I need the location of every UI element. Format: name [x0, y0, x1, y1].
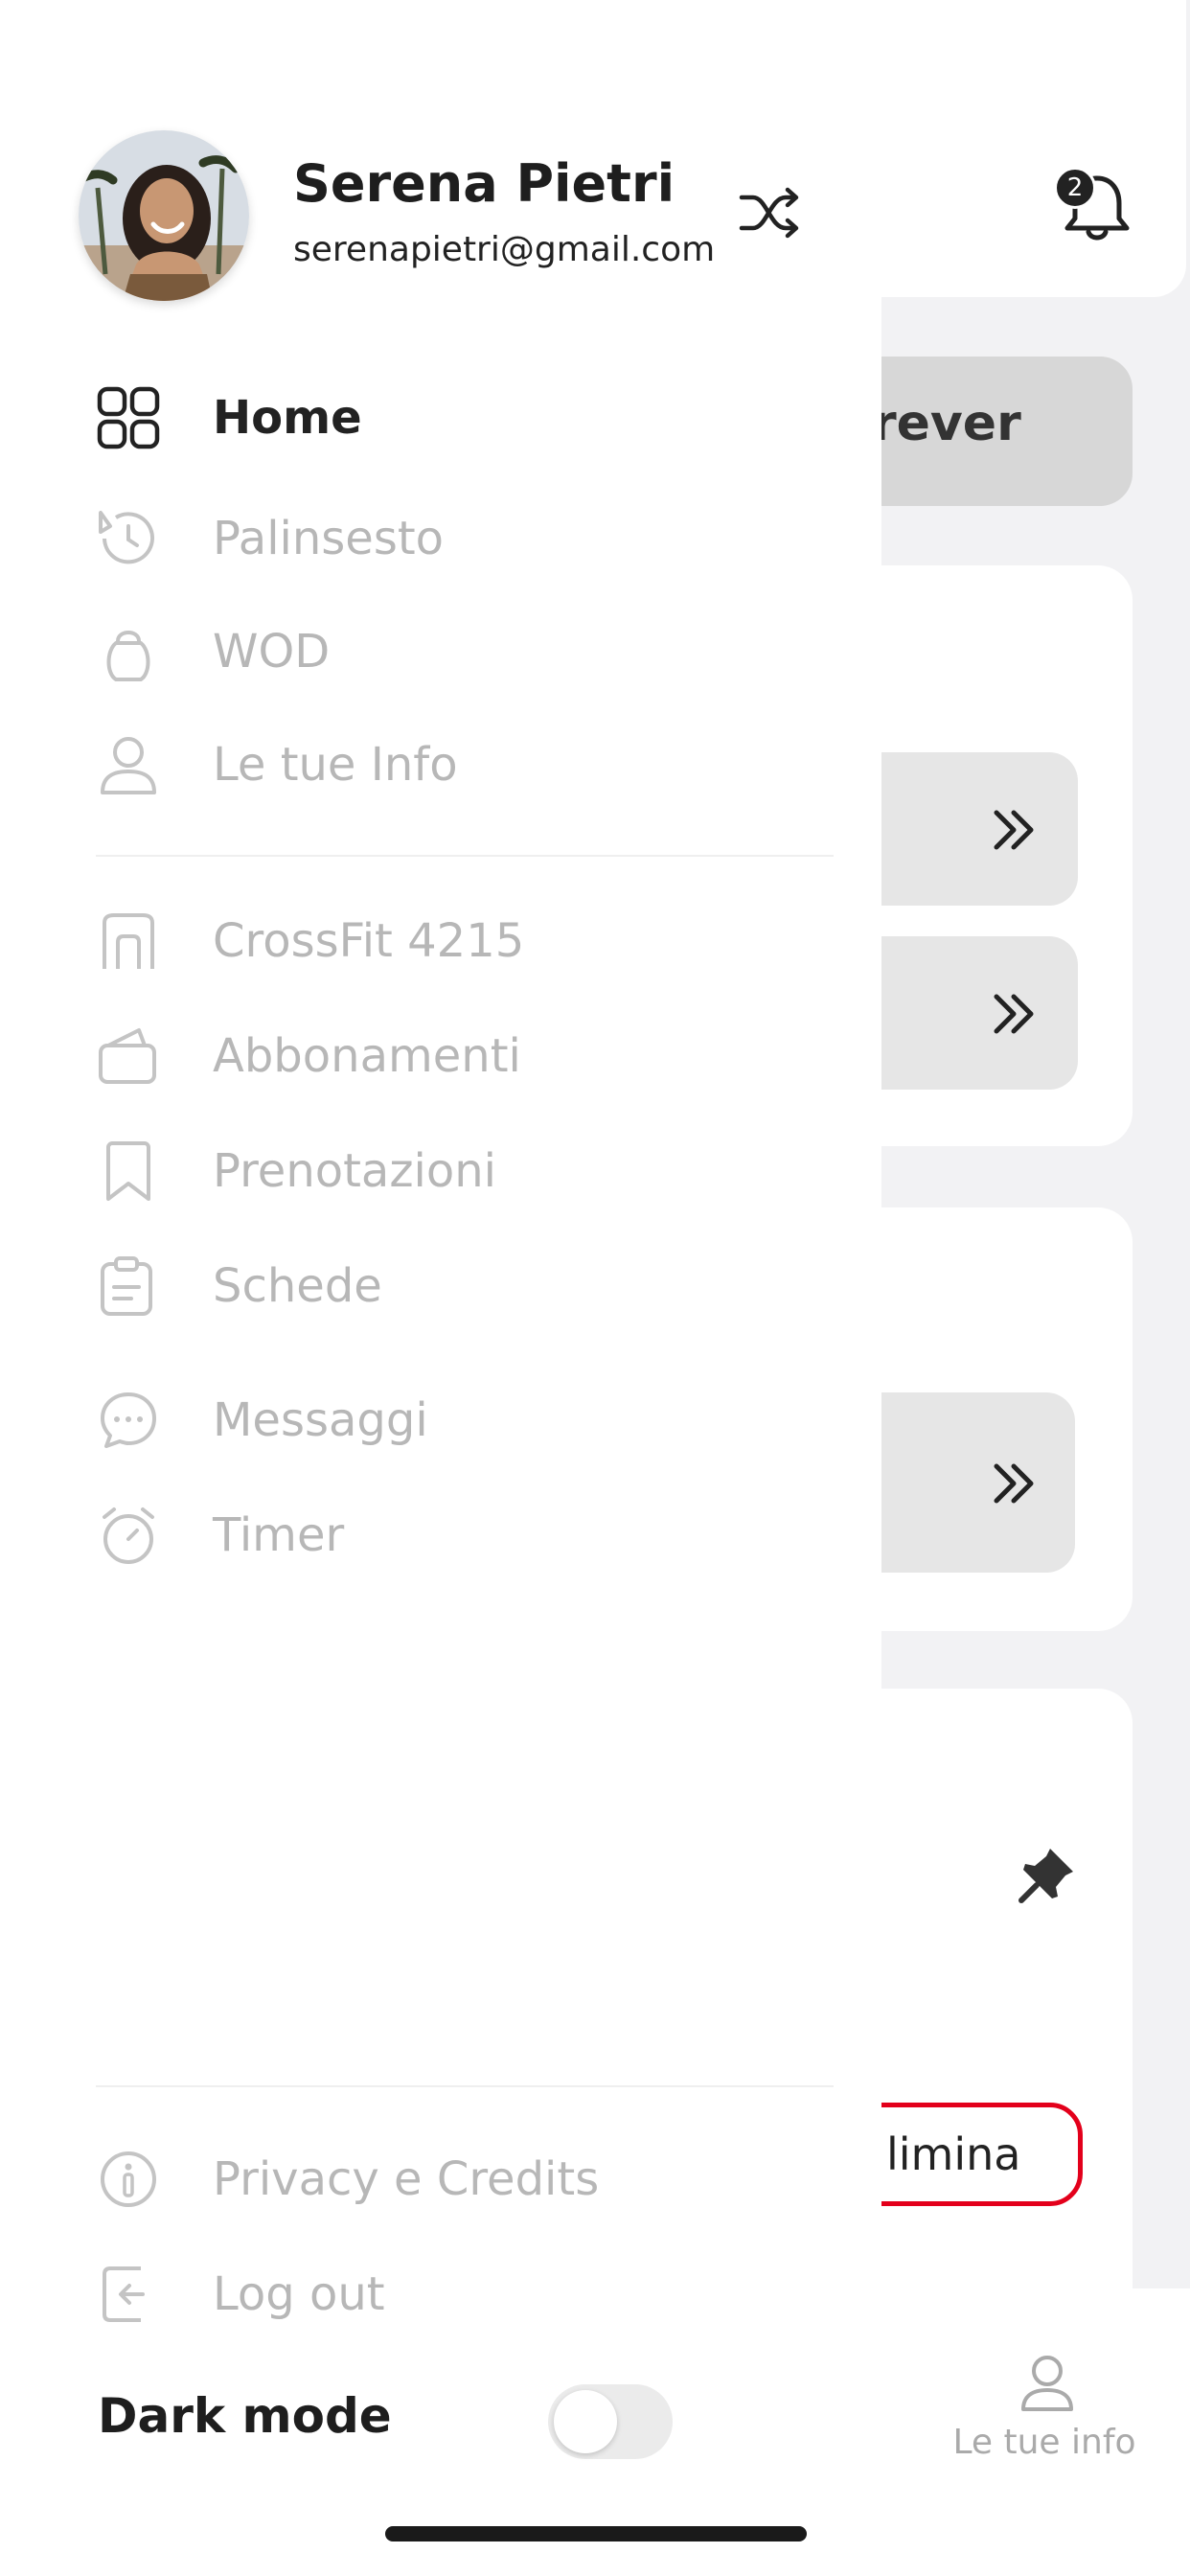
info-icon [96, 2147, 161, 2212]
menu-item-label: Palinsesto [213, 512, 445, 565]
notification-badge: 2 [1054, 167, 1096, 209]
menu-item-schede[interactable]: Schede [96, 1248, 843, 1324]
menu-item-label: Schede [213, 1259, 382, 1313]
menu-item-label: Home [213, 391, 362, 445]
toggle-knob [554, 2390, 617, 2453]
content-card [843, 1689, 1133, 2321]
dark-mode-label: Dark mode [98, 2388, 392, 2444]
menu-item-privacy-credits[interactable]: Privacy e Credits [96, 2141, 843, 2218]
menu-item-label: Timer [213, 1508, 345, 1562]
tab-le-tue-info-label[interactable]: Le tue info [949, 2423, 1140, 2462]
menu-item-label: Le tue Info [213, 738, 458, 792]
user-name: Serena Pietri [293, 153, 675, 214]
menu-item-logout[interactable]: Log out [96, 2256, 843, 2333]
avatar-photo [79, 130, 249, 301]
menu-item-home[interactable]: Home [96, 380, 843, 456]
kettlebell-icon [96, 619, 161, 684]
side-drawer: Serena Pietri serenapietri@gmail.com Hom… [0, 0, 881, 2576]
dark-mode-toggle[interactable] [548, 2384, 673, 2459]
menu-item-label: Messaggi [213, 1393, 428, 1447]
stopwatch-icon [96, 1503, 161, 1568]
bookmark-icon [96, 1138, 161, 1204]
menu-item-label: CrossFit 4215 [213, 914, 525, 968]
menu-item-le-tue-info[interactable]: Le tue Info [96, 726, 843, 803]
avatar[interactable] [79, 130, 249, 301]
gym-icon [96, 908, 161, 974]
user-icon [96, 732, 161, 797]
menu-item-prenotazioni[interactable]: Prenotazioni [96, 1133, 843, 1209]
menu-item-label: Abbonamenti [213, 1029, 521, 1083]
logout-icon [96, 2262, 161, 2327]
menu-divider [96, 2085, 834, 2087]
grid-icon [96, 385, 161, 450]
double-chevron-right-icon [994, 810, 1034, 850]
menu-item-messaggi[interactable]: Messaggi [96, 1382, 843, 1459]
menu-item-timer[interactable]: Timer [96, 1497, 843, 1574]
shuffle-icon[interactable] [738, 184, 801, 242]
user-icon[interactable] [1019, 2354, 1075, 2413]
pin-icon[interactable] [1018, 1845, 1077, 1904]
double-chevron-right-icon [994, 1463, 1034, 1504]
forever-pill-label: rever [872, 395, 1021, 452]
menu-item-wod[interactable]: WOD [96, 613, 843, 690]
menu-item-label: Log out [213, 2267, 385, 2321]
user-email: serenapietri@gmail.com [293, 230, 716, 269]
menu-item-label: Prenotazioni [213, 1144, 496, 1198]
menu-item-abbonamenti[interactable]: Abbonamenti [96, 1018, 843, 1094]
history-icon [96, 506, 161, 571]
menu-item-label: Privacy e Credits [213, 2152, 600, 2206]
forever-pill[interactable]: rever [843, 356, 1133, 506]
menu-item-palinsesto[interactable]: Palinsesto [96, 500, 843, 577]
wallet-icon [96, 1024, 161, 1089]
double-chevron-right-icon [994, 994, 1034, 1034]
chat-icon [96, 1388, 161, 1453]
clipboard-icon [96, 1254, 161, 1319]
menu-divider [96, 855, 834, 857]
home-indicator[interactable] [385, 2526, 807, 2542]
delete-button-label: limina [886, 2128, 1021, 2180]
menu-item-label: WOD [213, 625, 331, 678]
menu-item-crossfit-4215[interactable]: CrossFit 4215 [96, 903, 843, 979]
